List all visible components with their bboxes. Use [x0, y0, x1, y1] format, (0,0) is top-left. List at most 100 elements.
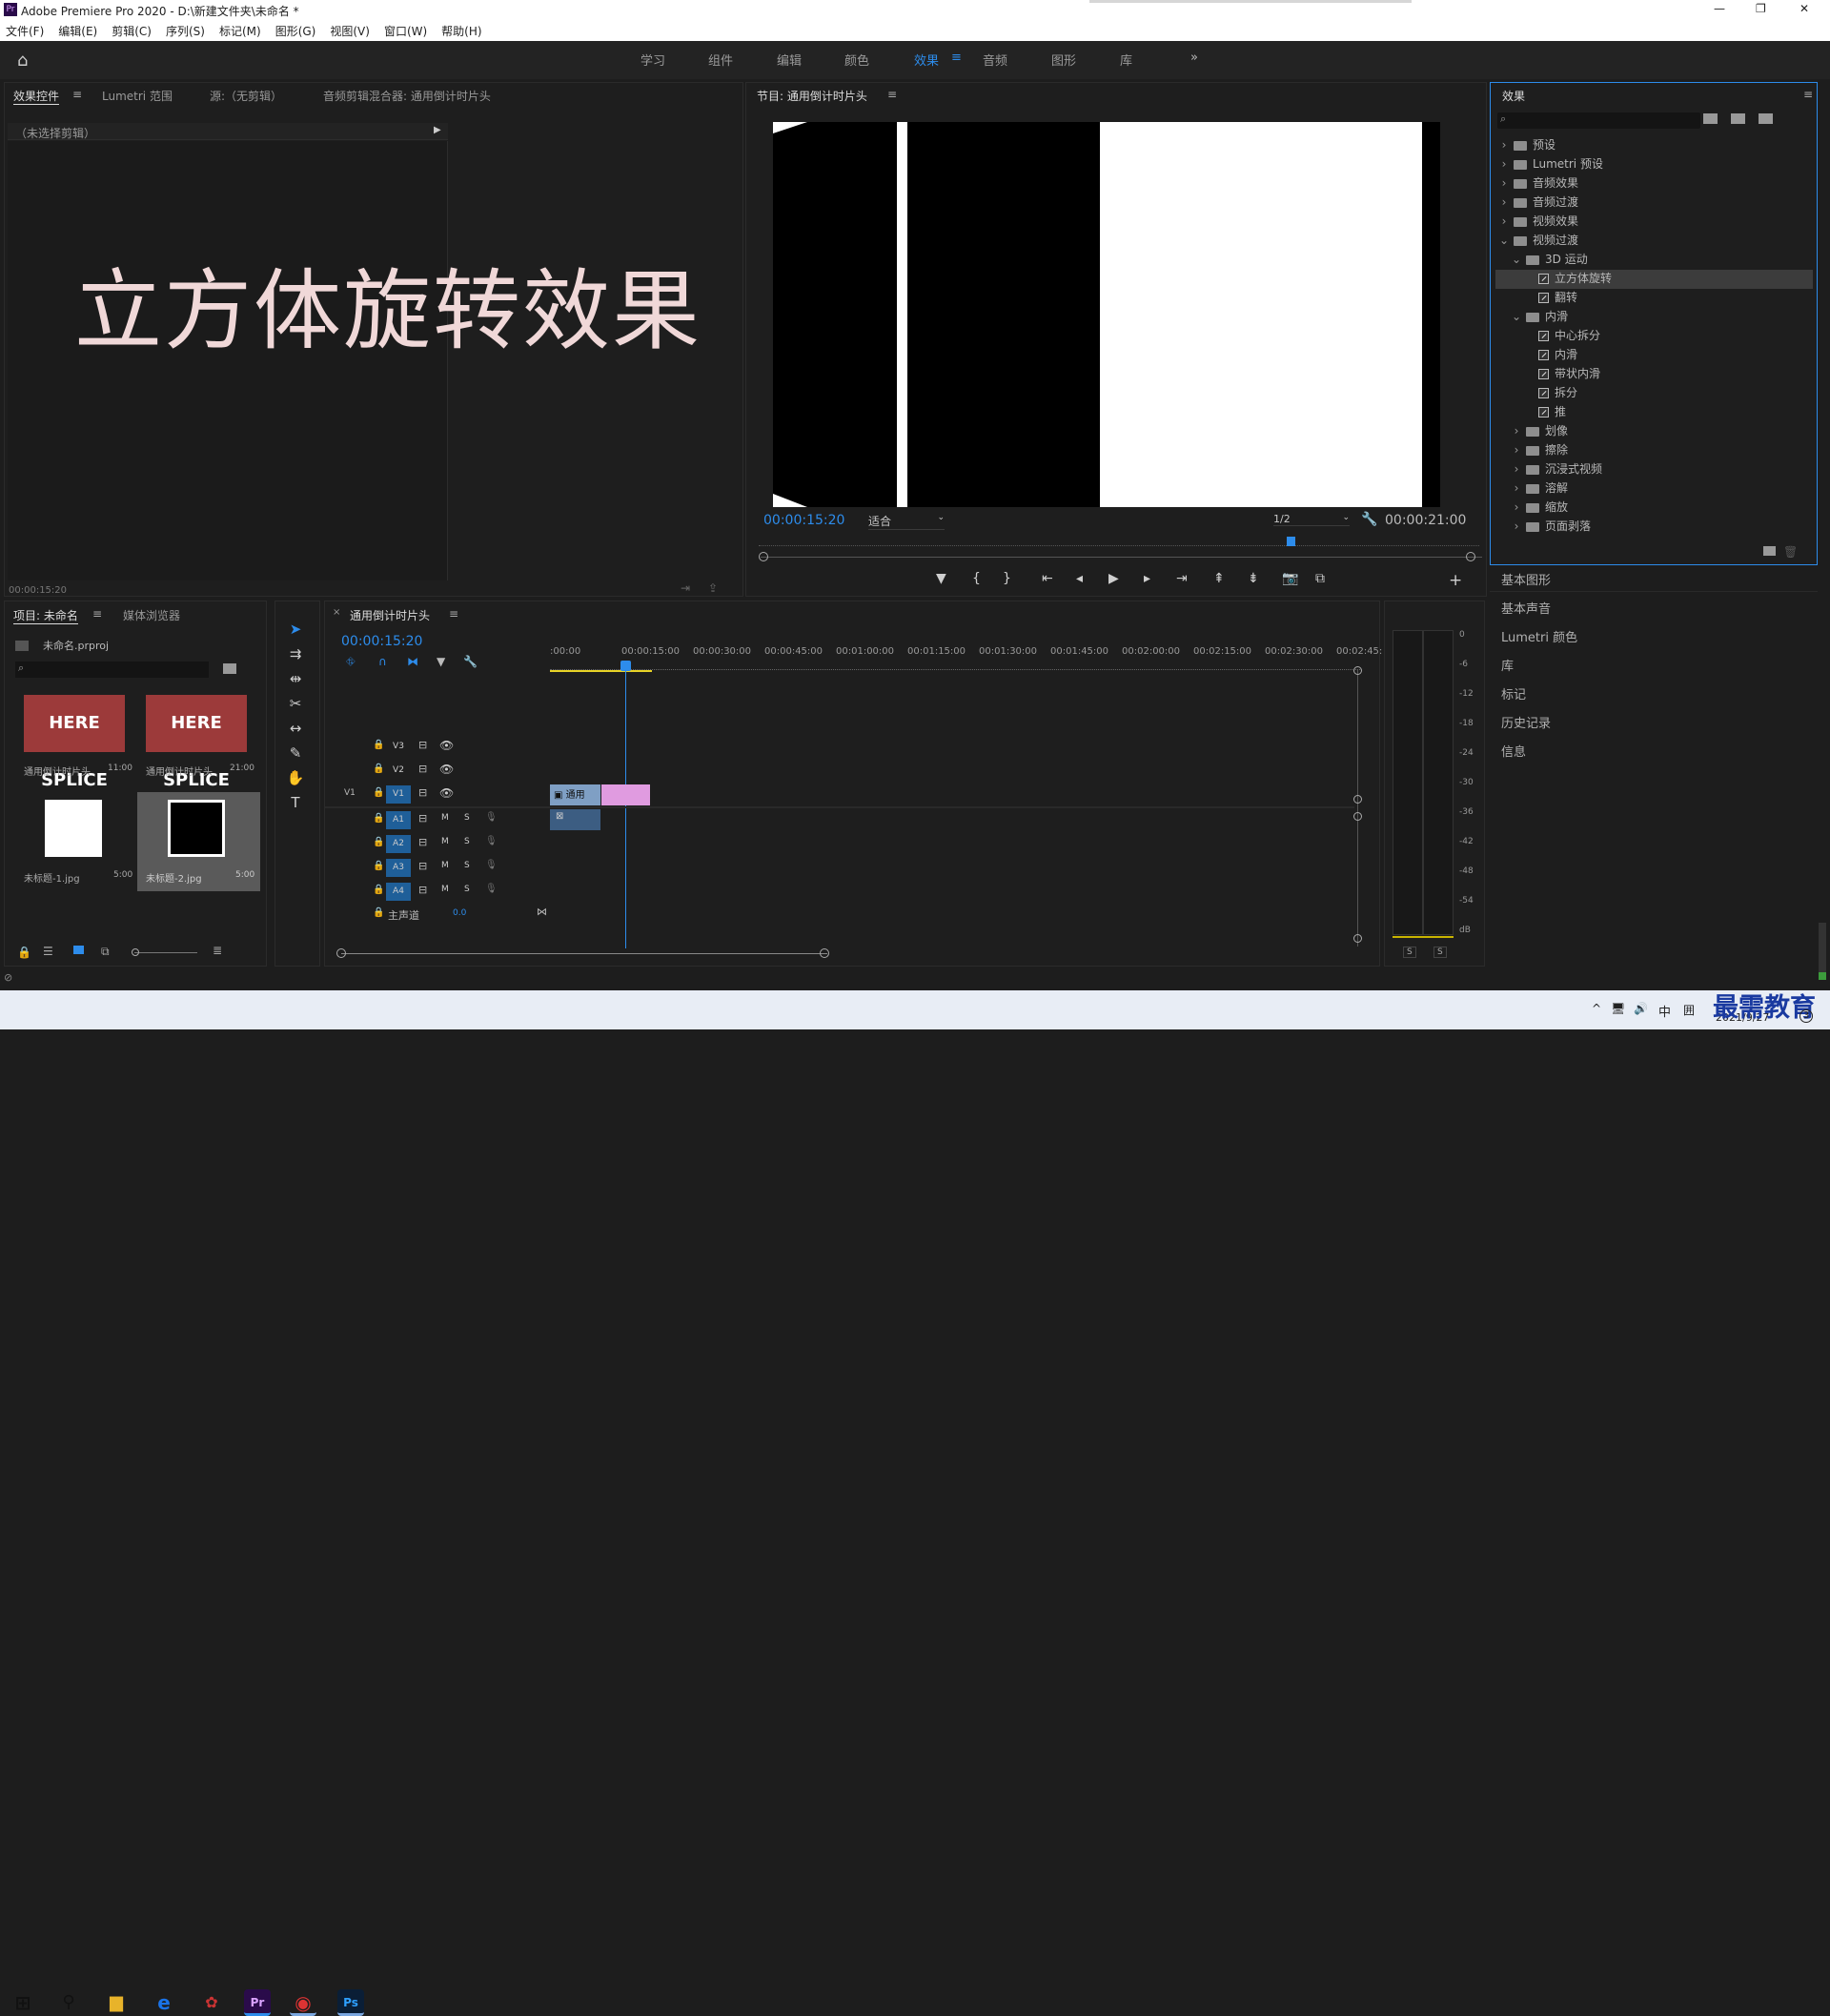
- export-frame-icon[interactable]: ⇥: [681, 581, 690, 595]
- project-item[interactable]: HERE SPLICE 通用倒计时片头 11:00: [18, 691, 138, 790]
- edge-icon[interactable]: e: [151, 1989, 177, 2016]
- lock-icon[interactable]: 🔒: [373, 837, 384, 847]
- lock-icon[interactable]: 🔒: [373, 861, 384, 871]
- scroll-handle-left[interactable]: [759, 552, 768, 561]
- h-scroll-handle-left[interactable]: [336, 948, 346, 958]
- program-menu-icon[interactable]: ≡: [887, 88, 897, 101]
- minimize-button[interactable]: —: [1714, 2, 1725, 15]
- menu-edit[interactable]: 编辑(E): [58, 23, 97, 39]
- effect-item[interactable]: 带状内滑: [1495, 365, 1813, 384]
- new-search-bin-icon[interactable]: [223, 663, 236, 674]
- workspace-assembly[interactable]: 组件: [708, 51, 733, 69]
- menu-view[interactable]: 视图(V): [330, 23, 370, 39]
- master-expand-icon[interactable]: ⋈: [537, 906, 547, 918]
- eye-icon[interactable]: 👁: [439, 739, 454, 752]
- project-menu-icon[interactable]: ≡: [92, 607, 102, 621]
- linked-selection-icon[interactable]: ⧓: [407, 655, 418, 668]
- mute-button[interactable]: M: [441, 837, 449, 846]
- menu-help[interactable]: 帮助(H): [441, 23, 481, 39]
- tab-media-browser[interactable]: 媒体浏览器: [123, 607, 180, 623]
- track-target[interactable]: A4: [386, 883, 411, 901]
- photoshop-taskbar-icon[interactable]: Ps: [337, 1989, 364, 2016]
- accelerated-effects-icon[interactable]: [1703, 113, 1718, 124]
- track-target[interactable]: V3: [386, 738, 411, 756]
- nest-toggle-icon[interactable]: ⛗: [346, 655, 356, 669]
- effects-folder[interactable]: › 音频效果: [1495, 174, 1813, 193]
- lock-icon[interactable]: 🔒: [373, 907, 384, 918]
- effects-folder[interactable]: › 沉浸式视频: [1495, 460, 1813, 479]
- type-tool-icon[interactable]: T: [285, 794, 306, 811]
- menu-clip[interactable]: 剪辑(C): [112, 23, 152, 39]
- close-button[interactable]: ✕: [1800, 2, 1809, 15]
- effects-folder[interactable]: › 视频效果: [1495, 213, 1813, 232]
- 32bit-effects-icon[interactable]: [1731, 113, 1745, 124]
- delete-icon[interactable]: 🗑: [1783, 545, 1798, 559]
- tab-audio-clip-mixer[interactable]: 音频剪辑混合器: 通用倒计时片头: [323, 88, 491, 104]
- chevron-right-icon[interactable]: ›: [1498, 138, 1510, 152]
- network-icon[interactable]: 🖥: [1611, 1002, 1625, 1015]
- snap-icon[interactable]: ∩: [378, 655, 387, 668]
- export-frame-camera-icon[interactable]: 📷: [1282, 571, 1298, 586]
- effects-folder[interactable]: › 预设: [1495, 136, 1813, 155]
- lock-icon[interactable]: 🔒: [373, 787, 384, 798]
- effects-folder[interactable]: › 页面剥落: [1495, 518, 1813, 537]
- effect-item[interactable]: 推: [1495, 403, 1813, 422]
- panel-history[interactable]: 历史记录: [1501, 713, 1551, 731]
- workspace-color[interactable]: 颜色: [844, 51, 869, 69]
- tab-project[interactable]: 项目: 未命名: [13, 607, 78, 624]
- chevron-right-icon[interactable]: ›: [1511, 500, 1522, 514]
- chevron-down-icon[interactable]: ⌄: [1498, 234, 1510, 247]
- solo-button[interactable]: S: [464, 861, 470, 870]
- v-scroll-handle-top[interactable]: [1353, 666, 1362, 675]
- fit-dropdown[interactable]: 适合 ⌄: [868, 513, 945, 530]
- ripple-edit-tool-icon[interactable]: ⇹: [285, 670, 306, 687]
- effects-folder[interactable]: › 溶解: [1495, 479, 1813, 499]
- h-scroll-handle-right[interactable]: [820, 948, 829, 958]
- solo-right-button[interactable]: S: [1434, 947, 1447, 958]
- ime-indicator[interactable]: 中: [1658, 1002, 1671, 1020]
- transition-clip[interactable]: [601, 784, 650, 805]
- panel-markers[interactable]: 标记: [1501, 684, 1526, 703]
- effect-item[interactable]: 拆分: [1495, 384, 1813, 403]
- home-icon[interactable]: ⌂: [17, 51, 28, 71]
- chevron-right-icon[interactable]: ›: [1498, 176, 1510, 190]
- mute-button[interactable]: M: [441, 861, 449, 870]
- close-tab-icon[interactable]: ×: [333, 607, 340, 618]
- premiere-taskbar-icon[interactable]: Pr: [244, 1989, 271, 2016]
- app-icon[interactable]: ✿: [198, 1989, 225, 2016]
- menu-window[interactable]: 窗口(W): [384, 23, 427, 39]
- project-item[interactable]: HERE SPLICE 通用倒计时片头 21:00: [140, 691, 260, 790]
- chrome-icon[interactable]: ◉: [290, 1989, 316, 2016]
- project-item-selected[interactable]: 未标题-2.jpg 5:00: [137, 792, 260, 891]
- lock-icon[interactable]: 🔒: [373, 764, 384, 774]
- a1-clip[interactable]: ⊠: [550, 809, 600, 830]
- panel-essential-graphics[interactable]: 基本图形: [1501, 570, 1551, 588]
- mic-icon[interactable]: 🎙: [485, 884, 498, 894]
- zoom-slider[interactable]: [134, 952, 197, 953]
- sync-lock-icon[interactable]: ⊟: [418, 884, 427, 896]
- export-clip-icon[interactable]: ⇪: [708, 581, 718, 595]
- timeline-timecode[interactable]: 00:00:15:20: [341, 634, 422, 649]
- chevron-right-icon[interactable]: ›: [1511, 424, 1522, 438]
- effect-item[interactable]: 立方体旋转: [1495, 270, 1813, 289]
- solo-button[interactable]: S: [464, 837, 470, 846]
- sync-lock-icon[interactable]: ⊟: [418, 786, 427, 799]
- file-explorer-icon[interactable]: ▆: [103, 1989, 130, 2016]
- menu-graphics[interactable]: 图形(G): [275, 23, 316, 39]
- effects-folder[interactable]: › 缩放: [1495, 499, 1813, 518]
- program-title[interactable]: 节目: 通用倒计时片头: [757, 88, 867, 104]
- chevron-right-icon[interactable]: ›: [1511, 481, 1522, 495]
- effects-folder[interactable]: ⌄ 内滑: [1495, 308, 1813, 327]
- track-select-tool-icon[interactable]: ⇉: [285, 645, 306, 662]
- ime-mode-icon[interactable]: 囲: [1683, 1002, 1695, 1018]
- track-target[interactable]: V1: [386, 785, 411, 804]
- icon-view-icon[interactable]: [73, 946, 84, 954]
- effects-folder[interactable]: › Lumetri 预设: [1495, 155, 1813, 174]
- lock-icon[interactable]: 🔒: [17, 946, 31, 959]
- v1-clip[interactable]: ▣ 通用: [550, 784, 600, 805]
- mute-button[interactable]: M: [441, 885, 449, 894]
- mic-icon[interactable]: 🎙: [485, 812, 498, 823]
- mic-icon[interactable]: 🎙: [485, 836, 498, 846]
- work-area-bar[interactable]: [550, 670, 652, 672]
- step-back-icon[interactable]: ◂: [1076, 571, 1083, 586]
